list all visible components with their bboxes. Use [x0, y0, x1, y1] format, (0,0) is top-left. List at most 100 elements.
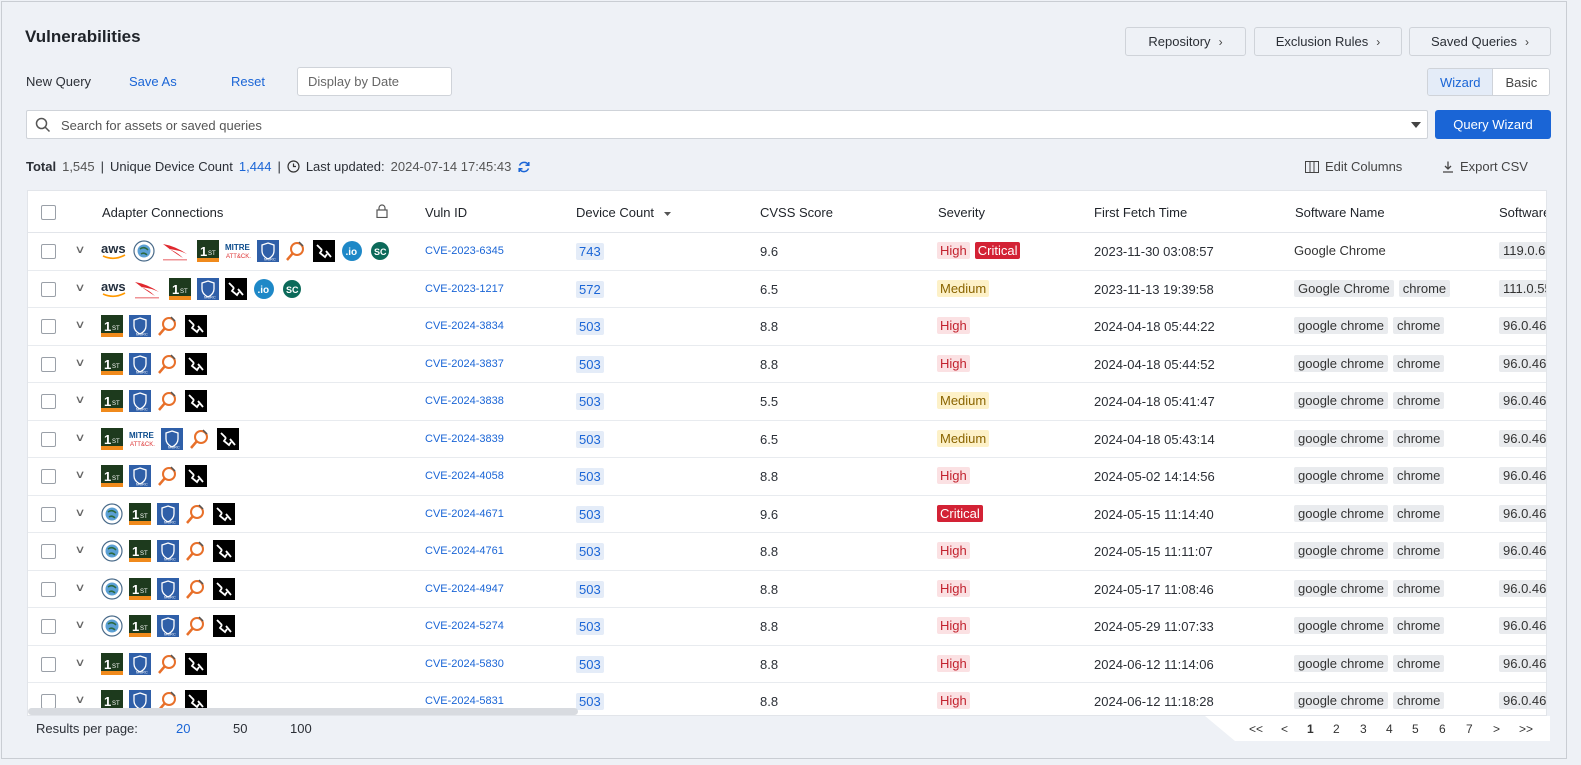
- expand-row-icon[interactable]: ∨: [74, 543, 85, 556]
- device-count-badge[interactable]: 503: [576, 430, 604, 448]
- row-checkbox[interactable]: [41, 619, 56, 634]
- first-adapter-icon[interactable]: 1 ST: [197, 240, 219, 262]
- expand-row-icon[interactable]: ∨: [74, 468, 85, 481]
- first-adapter-icon[interactable]: 1 ST: [101, 465, 123, 487]
- table-row[interactable]: ∨ aws 1 ST MSRC .io SC CVE-2023-1217 572 6.5 Mediu…: [28, 271, 1546, 308]
- msrc-adapter-icon[interactable]: MSRC: [157, 502, 179, 525]
- vuln-id-link[interactable]: CVE-2024-4671: [425, 508, 504, 520]
- search-adapter-icon[interactable]: [157, 315, 179, 337]
- device-count-badge[interactable]: 503: [576, 580, 604, 598]
- msrc-adapter-icon[interactable]: MSRC: [129, 465, 151, 487]
- vuln-id-link[interactable]: CVE-2024-4058: [425, 470, 504, 482]
- column-adapter-connections[interactable]: Adapter Connections: [102, 205, 223, 220]
- basic-mode-button[interactable]: Basic: [1493, 69, 1550, 95]
- globe-adapter-icon[interactable]: [101, 577, 123, 600]
- device-count-badge[interactable]: 503: [576, 655, 604, 673]
- row-checkbox[interactable]: [41, 431, 56, 447]
- first-adapter-icon[interactable]: 1 ST: [129, 577, 151, 600]
- vuln-id-link[interactable]: CVE-2023-1217: [425, 283, 504, 295]
- device-count-badge[interactable]: 503: [576, 543, 604, 560]
- msrc-adapter-icon[interactable]: MSRC: [157, 615, 179, 637]
- device-count-badge[interactable]: 503: [576, 318, 604, 335]
- table-row[interactable]: ∨ 1 ST MSRC CVE-2024-4761 503 8.8 High 2024-05-1…: [28, 533, 1546, 571]
- device-count-badge[interactable]: 503: [576, 505, 604, 523]
- search-adapter-icon[interactable]: [185, 578, 207, 600]
- page-link[interactable]: >>: [1519, 722, 1533, 736]
- vuln-id-link[interactable]: CVE-2024-3834: [425, 320, 504, 332]
- first-adapter-icon[interactable]: 1 ST: [101, 390, 123, 412]
- search-adapter-icon[interactable]: [185, 503, 207, 525]
- mitre-adapter-icon[interactable]: MITRE ATT&CK.: [129, 428, 155, 450]
- search-adapter-icon[interactable]: [157, 353, 179, 375]
- sort-desc-icon[interactable]: [664, 212, 671, 216]
- table-row[interactable]: ∨ 1 ST MSRC CVE-2024-3837 503 8.8 High 2024-04-1…: [28, 346, 1546, 383]
- column-vuln-id[interactable]: Vuln ID: [425, 205, 467, 220]
- row-checkbox[interactable]: [41, 394, 56, 409]
- sc-adapter-icon[interactable]: SC: [281, 278, 303, 300]
- vuln-id-link[interactable]: CVE-2024-3838: [425, 395, 504, 407]
- column-device-count[interactable]: Device Count: [576, 205, 654, 220]
- save-as-link[interactable]: Save As: [129, 74, 177, 89]
- chain-adapter-icon[interactable]: [185, 652, 207, 675]
- chain-adapter-icon[interactable]: [185, 315, 207, 337]
- vuln-id-link[interactable]: CVE-2024-4947: [425, 583, 504, 595]
- display-by-date-input[interactable]: Display by Date: [297, 67, 452, 96]
- export-csv-button[interactable]: Export CSV: [1442, 159, 1528, 174]
- expand-row-icon[interactable]: ∨: [74, 581, 85, 594]
- search-adapter-icon[interactable]: [157, 390, 179, 412]
- msrc-adapter-icon[interactable]: MSRC: [129, 315, 151, 337]
- msrc-adapter-icon[interactable]: MSRC: [257, 240, 279, 262]
- device-count-badge[interactable]: 503: [576, 355, 604, 373]
- device-count-badge[interactable]: 743: [576, 243, 604, 260]
- chain-adapter-icon[interactable]: [213, 577, 235, 600]
- search-adapter-icon[interactable]: [285, 240, 307, 262]
- row-checkbox[interactable]: [41, 244, 56, 259]
- row-checkbox[interactable]: [41, 656, 56, 672]
- device-count-badge[interactable]: 503: [576, 393, 604, 410]
- search-adapter-icon[interactable]: [189, 428, 211, 450]
- msrc-adapter-icon[interactable]: MSRC: [161, 427, 183, 450]
- sc-adapter-icon[interactable]: SC: [369, 240, 391, 262]
- expand-row-icon[interactable]: ∨: [74, 243, 85, 256]
- page-link[interactable]: 6: [1439, 722, 1446, 736]
- search-adapter-icon[interactable]: [185, 615, 207, 637]
- expand-row-icon[interactable]: ∨: [74, 693, 85, 706]
- table-row[interactable]: ∨ 1 ST MSRC CVE-2024-5830 503 8.8 High 2024-06-1…: [28, 646, 1546, 683]
- expand-row-icon[interactable]: ∨: [74, 281, 85, 294]
- mitre-adapter-icon[interactable]: MITRE ATT&CK.: [225, 240, 251, 262]
- page-size-50[interactable]: 50: [233, 721, 247, 736]
- refresh-icon[interactable]: [517, 160, 531, 174]
- expand-row-icon[interactable]: ∨: [74, 656, 85, 669]
- lock-icon[interactable]: [376, 204, 388, 218]
- page-size-20[interactable]: 20: [176, 721, 190, 736]
- horizontal-scrollbar[interactable]: [28, 708, 578, 715]
- table-row[interactable]: ∨ 1 ST MSRC CVE-2024-3834 503 8.8 High 2024-04-1…: [28, 308, 1546, 346]
- first-adapter-icon[interactable]: 1 ST: [169, 277, 191, 300]
- column-first-fetch-time[interactable]: First Fetch Time: [1094, 205, 1187, 220]
- device-count-badge[interactable]: 572: [576, 280, 604, 298]
- edit-columns-button[interactable]: Edit Columns: [1305, 159, 1402, 174]
- expand-row-icon[interactable]: ∨: [74, 393, 85, 406]
- first-adapter-icon[interactable]: 1 ST: [129, 540, 151, 562]
- device-count-badge[interactable]: 503: [576, 618, 604, 635]
- vuln-id-link[interactable]: CVE-2023-6345: [425, 245, 504, 257]
- search-adapter-icon[interactable]: [185, 540, 207, 562]
- table-row[interactable]: ∨ 1 ST MSRC CVE-2024-3838 503 5.5 Medium 2024-04…: [28, 383, 1546, 421]
- msrc-adapter-icon[interactable]: MSRC: [129, 652, 151, 675]
- page-link[interactable]: 5: [1412, 722, 1419, 736]
- chain-adapter-icon[interactable]: [185, 465, 207, 487]
- aws-adapter-icon[interactable]: aws: [101, 278, 127, 300]
- chain-adapter-icon[interactable]: [213, 502, 235, 525]
- column-severity[interactable]: Severity: [938, 205, 985, 220]
- crowdstrike-adapter-icon[interactable]: [161, 240, 191, 262]
- exclusion-rules-button[interactable]: Exclusion Rules ›: [1254, 27, 1402, 56]
- row-checkbox[interactable]: [41, 506, 56, 522]
- page-link[interactable]: 7: [1466, 722, 1473, 736]
- row-checkbox[interactable]: [41, 319, 56, 334]
- globe-adapter-icon[interactable]: [101, 615, 123, 637]
- row-checkbox[interactable]: [41, 694, 56, 709]
- row-checkbox[interactable]: [41, 469, 56, 484]
- unique-device-count[interactable]: 1,444: [239, 159, 272, 174]
- search-adapter-icon[interactable]: [157, 653, 179, 675]
- first-adapter-icon[interactable]: 1 ST: [101, 427, 123, 450]
